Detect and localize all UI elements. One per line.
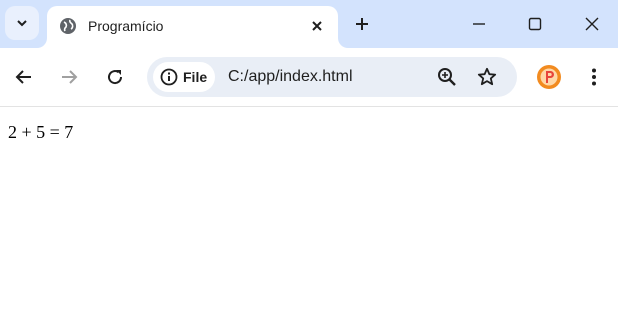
globe-icon <box>60 18 76 34</box>
reload-button[interactable] <box>105 67 125 87</box>
forward-arrow-icon <box>62 70 78 84</box>
site-info-label: File <box>183 69 208 85</box>
url-text[interactable]: C:/app/index.html <box>228 68 353 86</box>
address-bar[interactable]: File C:/app/index.html <box>147 57 517 97</box>
window-close-button[interactable] <box>582 14 602 34</box>
tab-close-button[interactable] <box>307 16 327 36</box>
title-bar: Programício <box>0 0 618 48</box>
minimize-icon <box>473 23 485 25</box>
maximize-button[interactable] <box>525 14 545 34</box>
chevron-down-icon <box>17 20 27 27</box>
menu-button[interactable] <box>584 67 604 87</box>
back-arrow-icon <box>15 70 31 84</box>
back-button[interactable] <box>14 67 34 87</box>
bookmark-button[interactable] <box>477 67 497 87</box>
maximize-icon <box>528 17 542 31</box>
tab-title: Programício <box>88 18 164 34</box>
site-info-chip[interactable]: File <box>153 62 215 92</box>
plus-icon <box>356 18 368 30</box>
equation-text: 2 + 5 = 7 <box>8 122 74 142</box>
new-tab-button[interactable] <box>352 14 372 34</box>
tab-active[interactable]: Programício <box>47 6 338 48</box>
close-icon <box>312 21 322 31</box>
minimize-button[interactable] <box>469 14 489 34</box>
tab-search-button[interactable] <box>5 6 39 40</box>
reload-icon <box>108 70 123 85</box>
forward-button[interactable] <box>59 67 79 87</box>
profile-avatar[interactable] <box>537 65 561 89</box>
zoom-in-icon <box>438 68 456 86</box>
star-icon <box>477 67 497 86</box>
kebab-menu-icon <box>592 68 596 86</box>
toolbar: File C:/app/index.html <box>0 48 618 107</box>
profile-avatar-icon <box>537 65 561 89</box>
info-icon <box>160 68 178 86</box>
page-content: 2 + 5 = 7 <box>0 107 618 314</box>
close-icon <box>585 17 599 31</box>
zoom-button[interactable] <box>437 67 457 87</box>
